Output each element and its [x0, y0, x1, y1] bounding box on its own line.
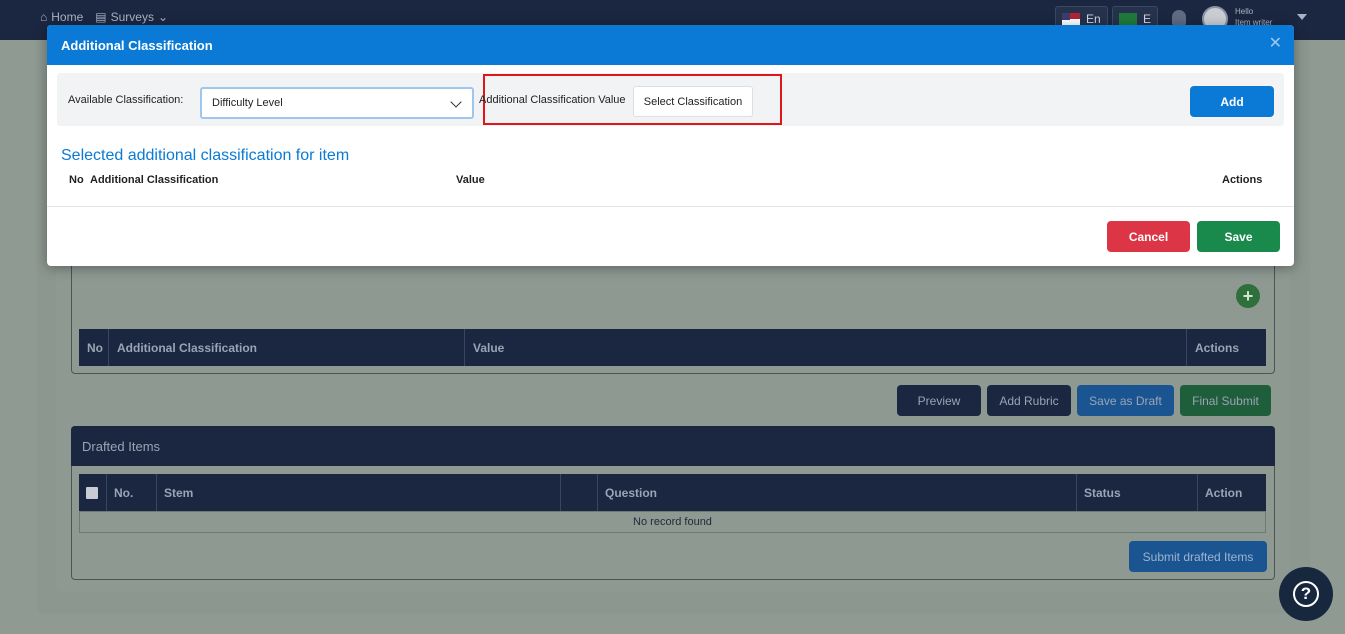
select-all-checkbox-cell	[79, 474, 107, 511]
col-value: Value	[465, 329, 1187, 366]
sa-flag-icon	[1119, 13, 1137, 25]
col-actions: Actions	[1222, 174, 1263, 186]
selected-classification-title: Selected additional classification for i…	[61, 147, 350, 164]
chevron-down-icon: ⌄	[157, 10, 169, 24]
surveys-icon: ▤	[95, 10, 107, 24]
available-classification-value: Difficulty Level	[212, 97, 283, 109]
preview-button[interactable]: Preview	[897, 385, 981, 416]
help-icon: ?	[1293, 581, 1319, 607]
surveys-menu[interactable]: ▤ Surveys ⌄	[95, 10, 168, 24]
additional-classification-modal: Additional Classification ✕ Available Cl…	[47, 25, 1294, 266]
home-icon: ⌂	[40, 10, 48, 24]
final-submit-button[interactable]: Final Submit	[1180, 385, 1271, 416]
available-classification-label: Available Classification:	[68, 94, 184, 106]
col-spacer	[561, 474, 598, 511]
save-as-draft-button[interactable]: Save as Draft	[1077, 385, 1174, 416]
col-actions: Actions	[1195, 340, 1240, 355]
col-stem: Stem	[157, 474, 561, 511]
cancel-button[interactable]: Cancel	[1107, 221, 1190, 252]
drafted-table-header: No. Stem Question Status Action	[79, 474, 1266, 511]
close-icon[interactable]: ✕	[1269, 36, 1282, 52]
us-flag-icon	[1062, 13, 1080, 25]
col-classification: Additional Classification	[90, 174, 219, 186]
chevron-down-icon	[450, 96, 462, 108]
help-button[interactable]: ?	[1279, 567, 1333, 621]
col-value: Value	[456, 174, 485, 186]
modal-header: Additional Classification ✕	[47, 25, 1294, 65]
home-link[interactable]: ⌂ Home	[40, 10, 83, 24]
add-button[interactable]: Add	[1190, 86, 1274, 117]
col-no: No	[79, 329, 109, 366]
classification-form-row: Available Classification: Difficulty Lev…	[57, 73, 1284, 126]
col-no: No.	[107, 474, 157, 511]
plus-icon[interactable]: +	[1236, 284, 1260, 308]
modal-title: Additional Classification	[61, 37, 213, 53]
col-classification: Additional Classification	[109, 329, 465, 366]
user-menu-caret-icon[interactable]	[1297, 14, 1307, 20]
col-status: Status	[1077, 474, 1198, 511]
breadcrumb-nav: ⌂ Home ▤ Surveys ⌄	[40, 10, 168, 24]
classification-value-label: Additional Classification Value	[479, 94, 626, 106]
col-action: Action	[1205, 485, 1243, 500]
select-all-checkbox[interactable]	[86, 486, 98, 499]
col-no: No	[69, 174, 84, 186]
classification-table-header: No Additional Classification Value Actio…	[79, 329, 1266, 366]
home-label: Home	[51, 10, 84, 24]
available-classification-select[interactable]: Difficulty Level	[200, 87, 474, 119]
empty-state-text: No record found	[79, 511, 1266, 533]
add-rubric-button[interactable]: Add Rubric	[987, 385, 1071, 416]
hello-text: Hello	[1235, 7, 1254, 16]
select-classification-button[interactable]: Select Classification	[633, 86, 753, 117]
save-button[interactable]: Save	[1197, 221, 1280, 252]
language-en-label: En	[1086, 12, 1101, 26]
col-question: Question	[598, 474, 1077, 511]
submit-drafted-items-button[interactable]: Submit drafted Items	[1129, 541, 1267, 572]
language-ar-label: E	[1143, 12, 1152, 26]
surveys-label: Surveys	[110, 10, 154, 24]
modal-divider	[47, 206, 1294, 207]
drafted-items-title: Drafted Items	[71, 426, 1275, 466]
bell-icon[interactable]	[1172, 10, 1186, 26]
